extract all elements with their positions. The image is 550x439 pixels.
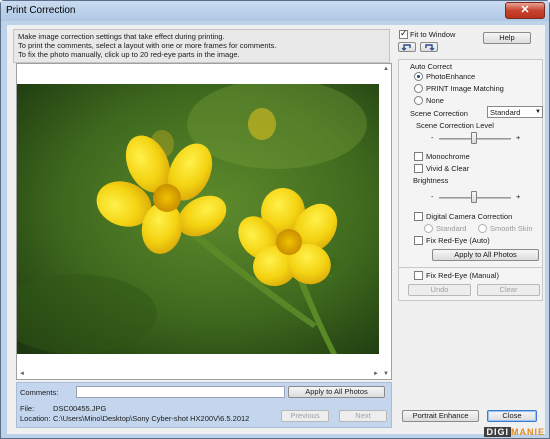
image-preview-panel[interactable]: ▲ ▼ ◄ ► (16, 63, 392, 380)
photo-preview[interactable] (17, 84, 379, 354)
apply-to-all-photos-button[interactable]: Apply to All Photos (432, 249, 539, 261)
previous-button[interactable]: Previous (281, 410, 329, 422)
rotate-left-icon (401, 44, 411, 51)
rotate-left-button[interactable] (398, 42, 416, 52)
chevron-down-icon: ▼ (535, 109, 541, 115)
next-button[interactable]: Next (339, 410, 387, 422)
fix-red-eye-manual-checkbox[interactable] (414, 271, 423, 280)
monochrome-checkbox[interactable] (414, 152, 423, 161)
window-close-button[interactable]: ✕ (505, 2, 545, 19)
watermark-logo: DIGI MANIE (484, 427, 545, 437)
none-radio[interactable] (414, 96, 423, 105)
fit-to-window-checkbox[interactable] (399, 28, 408, 39)
photoenhance-label: PhotoEnhance (426, 72, 476, 81)
standard-label: Standard (436, 224, 467, 233)
rotate-right-button[interactable] (420, 42, 438, 52)
file-value: DSC00455.JPG (53, 404, 107, 413)
print-correction-window: Print Correction ✕ Make image correction… (0, 0, 550, 439)
scene-level-minus: - (431, 133, 434, 142)
comments-input[interactable] (76, 386, 285, 398)
auto-correct-label: Auto Correct (410, 62, 453, 71)
watermark-part2: MANIE (511, 427, 545, 437)
scroll-left-arrow[interactable]: ◄ (17, 369, 27, 379)
brightness-slider-thumb[interactable] (471, 191, 477, 203)
undo-button[interactable]: Undo (408, 284, 471, 296)
smooth-skin-label: Smooth Skin (490, 224, 533, 233)
correction-settings-panel: Fit to Window Help Auto Correct PhotoEnh… (395, 28, 543, 434)
print-image-matching-label: PRINT Image Matching (426, 84, 504, 93)
instruction-line: Make image correction settings that take… (18, 32, 225, 41)
fix-red-eye-auto-checkbox[interactable] (414, 236, 423, 245)
photoenhance-radio[interactable] (414, 72, 423, 81)
window-title: Print Correction (6, 5, 76, 16)
smooth-skin-radio[interactable] (478, 224, 487, 233)
portrait-enhance-button[interactable]: Portrait Enhance (402, 410, 479, 422)
instructions-text: Make image correction settings that take… (13, 29, 390, 63)
fix-red-eye-manual-label: Fix Red-Eye (Manual) (426, 271, 499, 280)
dialog-body: Make image correction settings that take… (7, 25, 545, 434)
instruction-line: To fix the photo manually, click up to 2… (18, 50, 240, 59)
scene-correction-label: Scene Correction (410, 109, 468, 118)
monochrome-label: Monochrome (426, 152, 470, 161)
none-label: None (426, 96, 444, 105)
scroll-down-arrow[interactable]: ▼ (381, 369, 391, 379)
vivid-clear-label: Vivid & Clear (426, 164, 470, 173)
scene-correction-value: Standard (490, 108, 521, 117)
location-value: C:\Users\Mino\Desktop\Sony Cyber-shot HX… (53, 414, 250, 423)
comments-label: Comments: (20, 388, 59, 397)
fit-to-window-label: Fit to Window (410, 30, 456, 39)
apply-to-all-photos-comments-button[interactable]: Apply to All Photos (288, 386, 385, 398)
watermark-part1: DIGI (484, 427, 511, 437)
scene-correction-select[interactable]: Standard ▼ (487, 106, 543, 118)
help-button[interactable]: Help (483, 32, 531, 44)
scene-level-plus: + (516, 133, 521, 142)
file-label: File: (20, 404, 35, 413)
manual-red-eye-group: Fix Red-Eye (Manual) Undo Clear (398, 267, 543, 301)
scene-level-slider-thumb[interactable] (471, 132, 477, 144)
close-button[interactable]: Close (487, 410, 537, 422)
location-label: Location: (20, 414, 51, 423)
print-image-matching-radio[interactable] (414, 84, 423, 93)
scroll-up-arrow[interactable]: ▲ (381, 64, 391, 74)
clear-button[interactable]: Clear (477, 284, 540, 296)
photo-info-bar: Comments: Apply to All Photos File: DSC0… (16, 382, 392, 428)
scroll-right-arrow[interactable]: ► (371, 369, 381, 379)
digital-camera-correction-label: Digital Camera Correction (426, 212, 513, 221)
title-bar[interactable]: Print Correction ✕ (1, 1, 549, 21)
brightness-minus: - (431, 192, 434, 201)
buttercup-photo (17, 84, 379, 354)
brightness-label: Brightness (413, 176, 449, 185)
auto-correct-group: Auto Correct PhotoEnhance PRINT Image Ma… (398, 59, 543, 287)
scene-correction-level-label: Scene Correction Level (416, 121, 494, 130)
digital-camera-correction-checkbox[interactable] (414, 212, 423, 221)
standard-radio[interactable] (424, 224, 433, 233)
vivid-clear-checkbox[interactable] (414, 164, 423, 173)
brightness-plus: + (516, 192, 521, 201)
rotate-right-icon (425, 44, 435, 51)
instruction-line: To print the comments, select a layout w… (18, 41, 277, 50)
fix-red-eye-auto-label: Fix Red-Eye (Auto) (426, 236, 490, 245)
